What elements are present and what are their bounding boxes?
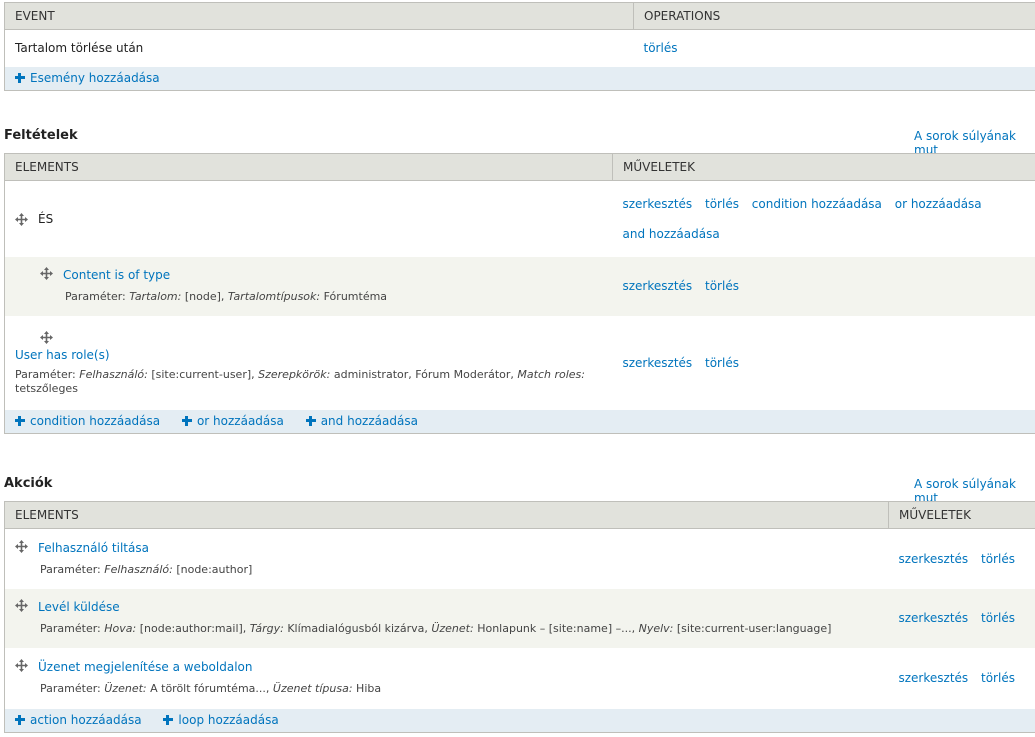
actions-footer: action hozzáadása loop hozzáadása bbox=[4, 708, 1035, 733]
and-add-or-link[interactable]: or hozzáadása bbox=[895, 197, 982, 211]
drag-handle-icon[interactable] bbox=[15, 659, 28, 672]
send-mail-link[interactable]: Levél küldése bbox=[38, 600, 120, 614]
plus-icon bbox=[181, 416, 192, 426]
block-user-operations: szerkesztés törlés bbox=[888, 528, 1035, 589]
events-footer: Esemény hozzáadása bbox=[4, 66, 1035, 91]
actions-table: ELEMENTS MŰVELETEK Felhasználó tiltása P… bbox=[4, 501, 1035, 733]
and-row: ÉS bbox=[4, 180, 613, 257]
add-or-link[interactable]: or hozzáadása bbox=[181, 414, 284, 428]
drag-handle-icon[interactable] bbox=[40, 267, 53, 280]
content-type-row: Content is of type Paraméter: Tartalom: … bbox=[4, 256, 613, 316]
plus-icon bbox=[305, 416, 316, 426]
column-header-muveletek: MŰVELETEK bbox=[888, 501, 1035, 529]
content-is-of-type-link[interactable]: Content is of type bbox=[63, 268, 170, 282]
and-add-condition-link[interactable]: condition hozzáadása bbox=[752, 197, 882, 211]
conditions-table: ELEMENTS MŰVELETEK ÉS szerkesztés törlés… bbox=[4, 153, 1035, 434]
block-user-delete-link[interactable]: törlés bbox=[981, 552, 1015, 566]
content-type-delete-link[interactable]: törlés bbox=[705, 279, 739, 293]
drag-handle-icon[interactable] bbox=[15, 212, 28, 226]
show-message-delete-link[interactable]: törlés bbox=[981, 671, 1015, 685]
action-row-show-message: Üzenet megjelenítése a weboldalon Paramé… bbox=[4, 647, 889, 709]
and-label: ÉS bbox=[38, 211, 54, 226]
user-has-roles-parameters: Paraméter: Felhasználó: [site:current-us… bbox=[15, 367, 585, 395]
user-has-roles-delete-link[interactable]: törlés bbox=[705, 356, 739, 370]
drag-handle-icon[interactable] bbox=[15, 539, 28, 553]
column-header-operations: OPERATIONS bbox=[633, 2, 1035, 30]
column-header-muveletek: MŰVELETEK bbox=[612, 153, 1035, 181]
show-message-operations: szerkesztés törlés bbox=[888, 647, 1035, 709]
block-user-link[interactable]: Felhasználó tiltása bbox=[38, 541, 149, 555]
plus-icon bbox=[15, 715, 25, 725]
add-and-link[interactable]: and hozzáadása bbox=[305, 414, 418, 428]
drag-handle-icon[interactable] bbox=[15, 599, 28, 612]
add-event-link[interactable]: Esemény hozzáadása bbox=[15, 71, 160, 85]
action-row-send-mail: Levél küldése Paraméter: Hova: [node:aut… bbox=[4, 588, 889, 648]
user-has-roles-link[interactable]: User has role(s) bbox=[15, 348, 110, 362]
plus-icon bbox=[15, 73, 25, 83]
user-has-role-row: User has role(s) Paraméter: Felhasználó:… bbox=[4, 315, 613, 410]
user-has-roles-operations: szerkesztés törlés bbox=[612, 315, 1035, 410]
add-action-link[interactable]: action hozzáadása bbox=[15, 713, 142, 727]
drag-handle-icon[interactable] bbox=[40, 330, 53, 344]
conditions-title: Feltételek bbox=[4, 128, 78, 143]
content-type-edit-link[interactable]: szerkesztés bbox=[623, 279, 693, 293]
and-row-operations: szerkesztés törlés condition hozzáadása … bbox=[612, 180, 1035, 257]
event-label: Tartalom törlése után bbox=[4, 29, 634, 67]
block-user-parameters: Paraméter: Felhasználó: [node:author] bbox=[40, 562, 253, 576]
show-message-edit-link[interactable]: szerkesztés bbox=[899, 671, 969, 685]
block-user-edit-link[interactable]: szerkesztés bbox=[899, 552, 969, 566]
and-add-and-link[interactable]: and hozzáadása bbox=[623, 227, 720, 241]
column-header-elements: ELEMENTS bbox=[4, 153, 613, 181]
and-edit-link[interactable]: szerkesztés bbox=[623, 197, 693, 211]
send-mail-operations: szerkesztés törlés bbox=[888, 588, 1035, 648]
content-type-parameters: Paraméter: Tartalom: [node], Tartalomtíp… bbox=[65, 290, 388, 303]
and-delete-link[interactable]: törlés bbox=[705, 197, 739, 211]
plus-icon bbox=[15, 416, 25, 426]
conditions-footer: condition hozzáadása or hozzáadása and h… bbox=[4, 409, 1035, 434]
column-header-elements: ELEMENTS bbox=[4, 501, 889, 529]
actions-title: Akciók bbox=[4, 476, 53, 491]
plus-icon bbox=[163, 715, 174, 725]
add-loop-link[interactable]: loop hozzáadása bbox=[163, 713, 279, 727]
add-condition-link[interactable]: condition hozzáadása bbox=[15, 414, 160, 428]
action-row-block-user: Felhasználó tiltása Paraméter: Felhaszná… bbox=[4, 528, 889, 589]
events-table: EVENT OPERATIONS Tartalom törlése után t… bbox=[4, 2, 1035, 91]
show-message-parameters: Paraméter: Üzenet: A törölt fórumtéma...… bbox=[40, 682, 382, 695]
send-mail-edit-link[interactable]: szerkesztés bbox=[899, 611, 969, 625]
send-mail-parameters: Paraméter: Hova: [node:author:mail], Tár… bbox=[40, 622, 832, 635]
send-mail-delete-link[interactable]: törlés bbox=[981, 611, 1015, 625]
column-header-event: EVENT bbox=[4, 2, 634, 30]
content-type-operations: szerkesztés törlés bbox=[612, 256, 1035, 316]
event-delete-link[interactable]: törlés bbox=[644, 41, 678, 55]
show-message-link[interactable]: Üzenet megjelenítése a weboldalon bbox=[38, 660, 252, 674]
user-has-roles-edit-link[interactable]: szerkesztés bbox=[623, 356, 693, 370]
